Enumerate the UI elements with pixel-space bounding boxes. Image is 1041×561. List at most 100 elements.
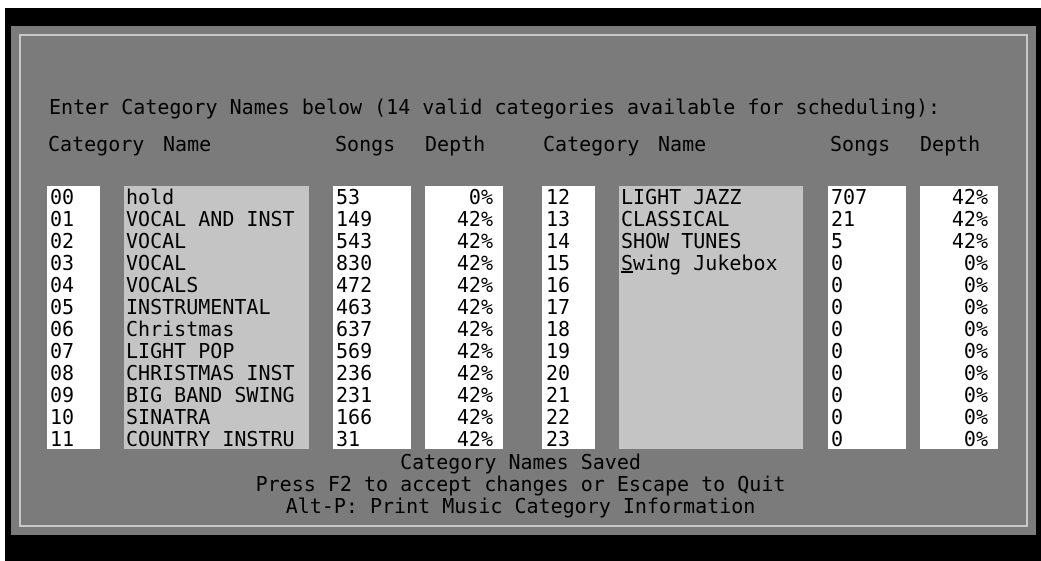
depth-percent: 42% bbox=[456, 229, 493, 253]
category-name-field[interactable]: INSTRUMENTAL bbox=[126, 296, 309, 318]
category-code: 21 bbox=[546, 383, 571, 407]
songs-count: 21 bbox=[831, 207, 856, 231]
category-name-field[interactable]: BIG BAND SWING bbox=[126, 384, 309, 406]
depth-percent: 42% bbox=[456, 317, 493, 341]
category-code: 07 bbox=[50, 339, 75, 363]
songs-count: 463 bbox=[336, 295, 373, 319]
songs-count: 0 bbox=[831, 295, 844, 319]
category-name-field[interactable]: LIGHT JAZZ bbox=[621, 186, 803, 208]
header-name-left: Name bbox=[163, 132, 212, 156]
songs-count: 0 bbox=[831, 273, 844, 297]
left-category-name-column: hold VOCAL AND INST VOCAL VOCAL VOCALS INSTRU… bbox=[124, 186, 309, 450]
category-code: 00 bbox=[50, 185, 75, 209]
songs-count: 5 bbox=[831, 229, 844, 253]
depth-percent: 0% bbox=[963, 273, 988, 297]
songs-count: 236 bbox=[336, 361, 373, 385]
category-name-field[interactable]: CLASSICAL bbox=[621, 208, 803, 230]
depth-percent: 42% bbox=[456, 207, 493, 231]
songs-count: 0 bbox=[831, 405, 844, 429]
depth-percent: 42% bbox=[456, 383, 493, 407]
category-code: 08 bbox=[50, 361, 75, 385]
left-songs-column: 53 149 543 830 472 463 637 569 236 231 166 31 bbox=[333, 185, 411, 451]
category-code: 22 bbox=[546, 405, 571, 429]
category-code: 09 bbox=[50, 383, 75, 407]
header-depth-left: Depth bbox=[425, 132, 486, 156]
songs-count: 0 bbox=[831, 427, 844, 451]
depth-percent: 0% bbox=[468, 185, 493, 209]
songs-count: 149 bbox=[336, 207, 373, 231]
category-code: 12 bbox=[546, 185, 571, 209]
depth-percent: 42% bbox=[456, 339, 493, 363]
depth-percent: 42% bbox=[951, 185, 988, 209]
category-code: 20 bbox=[546, 361, 571, 385]
right-depth-column: 42% 42% 42% 0% 0% 0% 0% 0% 0% 0% 0% 0% bbox=[920, 185, 998, 451]
header-name-right: Name bbox=[658, 132, 707, 156]
songs-count: 830 bbox=[336, 251, 373, 275]
category-code: 06 bbox=[50, 317, 75, 341]
songs-count: 472 bbox=[336, 273, 373, 297]
depth-percent: 0% bbox=[963, 339, 988, 363]
category-name-field[interactable]: VOCAL AND INST bbox=[126, 208, 309, 230]
category-code: 16 bbox=[546, 273, 571, 297]
songs-count: 53 bbox=[336, 185, 361, 209]
depth-percent: 0% bbox=[963, 405, 988, 429]
category-name-field[interactable]: SINATRA bbox=[126, 406, 309, 428]
depth-percent: 42% bbox=[456, 251, 493, 275]
category-name-field[interactable] bbox=[621, 362, 803, 384]
category-name-field[interactable] bbox=[621, 384, 803, 406]
category-name-field[interactable]: VOCAL bbox=[126, 252, 309, 274]
category-code: 01 bbox=[50, 207, 75, 231]
songs-count: 0 bbox=[831, 361, 844, 385]
header-depth-right: Depth bbox=[920, 132, 981, 156]
text-cursor: S bbox=[621, 251, 634, 275]
songs-count: 31 bbox=[336, 427, 361, 451]
right-category-name-column: LIGHT JAZZ CLASSICAL SHOW TUNES Swing Jukeb… bbox=[619, 186, 803, 449]
songs-count: 166 bbox=[336, 405, 373, 429]
depth-percent: 42% bbox=[951, 207, 988, 231]
category-name-field[interactable]: VOCAL bbox=[126, 230, 309, 252]
songs-count: 0 bbox=[831, 383, 844, 407]
instruction-prompt: Enter Category Names below (14 valid cat… bbox=[49, 95, 941, 119]
category-code: 11 bbox=[50, 427, 75, 451]
right-songs-column: 707 21 5 0 0 0 0 0 0 0 0 0 bbox=[828, 186, 906, 451]
depth-percent: 42% bbox=[456, 427, 493, 451]
depth-percent: 0% bbox=[963, 295, 988, 319]
category-name-field[interactable]: SHOW TUNES bbox=[621, 230, 803, 252]
category-name-field[interactable] bbox=[621, 428, 803, 450]
depth-percent: 0% bbox=[963, 427, 988, 451]
left-depth-column: 0% 42% 42% 42% 42% 42% 42% 42% 42% 42% 42% 42% bbox=[425, 185, 503, 451]
category-name-field[interactable]: COUNTRY INSTRU bbox=[126, 428, 309, 450]
depth-percent: 0% bbox=[963, 251, 988, 275]
depth-percent: 0% bbox=[963, 361, 988, 385]
songs-count: 637 bbox=[336, 317, 373, 341]
left-category-code-column: 00 01 02 03 04 05 06 07 08 09 10 11 bbox=[47, 185, 100, 451]
category-code: 04 bbox=[50, 273, 75, 297]
category-name-field[interactable] bbox=[621, 274, 803, 296]
category-code: 23 bbox=[546, 427, 571, 451]
category-name-field[interactable]: hold bbox=[126, 186, 309, 208]
category-name-field[interactable] bbox=[621, 406, 803, 428]
category-code: 15 bbox=[546, 251, 571, 275]
right-category-code-column: 12 13 14 15 16 17 18 19 20 21 22 23 bbox=[542, 185, 595, 451]
header-category-right: Category bbox=[543, 132, 640, 156]
category-name-field[interactable]: VOCALS bbox=[126, 274, 309, 296]
category-name-field[interactable] bbox=[621, 340, 803, 362]
songs-count: 543 bbox=[336, 229, 373, 253]
depth-percent: 0% bbox=[963, 317, 988, 341]
header-songs-left: Songs bbox=[335, 132, 396, 156]
category-name-field[interactable]: Swing Jukebox bbox=[621, 252, 803, 274]
songs-count: 231 bbox=[336, 383, 373, 407]
category-code: 02 bbox=[50, 229, 75, 253]
depth-percent: 42% bbox=[456, 361, 493, 385]
category-name-field[interactable] bbox=[621, 318, 803, 340]
category-name-field[interactable] bbox=[621, 296, 803, 318]
category-name-field[interactable]: LIGHT POP bbox=[126, 340, 309, 362]
header-songs-right: Songs bbox=[830, 132, 891, 156]
status-help: Press F2 to accept changes or Escape to … bbox=[255, 472, 786, 496]
category-code: 13 bbox=[546, 207, 571, 231]
category-name-field[interactable]: CHRISTMAS INST bbox=[126, 362, 309, 384]
status-print-hint: Alt-P: Print Music Category Information bbox=[285, 494, 756, 518]
category-code: 19 bbox=[546, 339, 571, 363]
category-name-field[interactable]: Christmas bbox=[126, 318, 309, 340]
category-code: 18 bbox=[546, 317, 571, 341]
